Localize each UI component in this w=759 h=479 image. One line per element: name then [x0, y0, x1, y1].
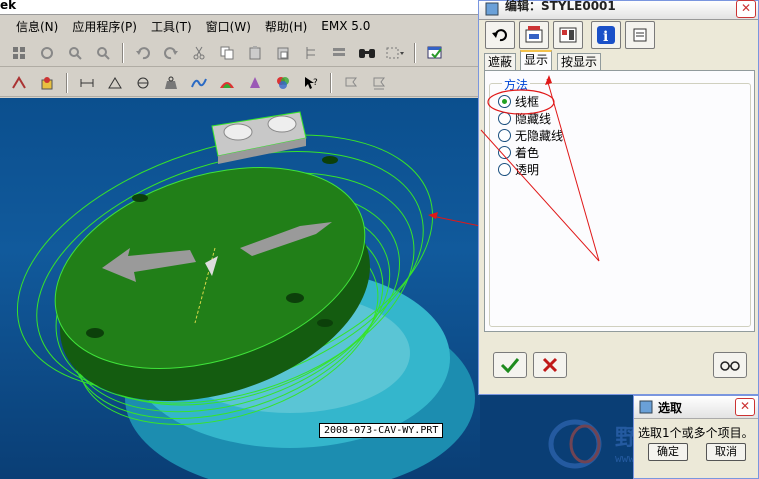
- annotation-overlay: [480, 75, 600, 262]
- binoculars-icon[interactable]: [356, 42, 378, 64]
- help-pointer-icon[interactable]: ?: [300, 72, 322, 94]
- checkmark-icon: [500, 358, 520, 373]
- regenerate-icon[interactable]: [36, 42, 58, 64]
- hole: [317, 319, 333, 327]
- layout-icon: [559, 27, 577, 43]
- model-view[interactable]: [0, 98, 480, 479]
- menu-window[interactable]: 窗口(W): [206, 18, 251, 35]
- dialog-title-bar: 编辑：STYLE0001 ✕: [479, 0, 758, 20]
- edit-style-dialog: 编辑：STYLE0001 ✕ i 遮蔽 显示 按显示 方法 线框 隐藏线 无隐藏…: [478, 0, 759, 395]
- svg-text:i: i: [603, 29, 608, 45]
- select-ok-button[interactable]: 确定: [648, 443, 688, 461]
- list-button[interactable]: [625, 21, 655, 49]
- info-icon: i: [597, 26, 615, 45]
- hole: [86, 328, 104, 338]
- toolbar-separator: [122, 42, 124, 63]
- measure-length-icon[interactable]: [76, 72, 98, 94]
- annotation-line: [480, 129, 600, 262]
- grid-icon[interactable]: [8, 42, 30, 64]
- window-title: ek: [0, 0, 17, 12]
- redo-icon[interactable]: [160, 42, 182, 64]
- mass-properties-icon[interactable]: [160, 72, 182, 94]
- measure-angle-icon[interactable]: [104, 72, 126, 94]
- toolbar-separator: [66, 72, 68, 93]
- menu-bar: 信息(N) 应用程序(P) 工具(T) 窗口(W) 帮助(H) EMX 5.0: [0, 15, 480, 37]
- select-title: 选取: [658, 401, 683, 415]
- menu-info[interactable]: 信息(N): [16, 18, 58, 35]
- list-icon: [633, 28, 647, 42]
- paste-special-icon[interactable]: [272, 42, 294, 64]
- x-icon: [542, 357, 558, 373]
- analysis-toolbar: ?: [0, 69, 480, 97]
- select-box-icon[interactable]: [384, 42, 406, 64]
- close-icon[interactable]: ✕: [735, 398, 755, 416]
- select-title-bar: 选取 ✕: [634, 396, 758, 419]
- annotation-line: [546, 78, 600, 262]
- main-toolbar: [0, 39, 480, 67]
- measure-diameter-icon[interactable]: [132, 72, 154, 94]
- graphics-viewport[interactable]: [0, 98, 480, 479]
- flag-list-icon[interactable]: [368, 72, 390, 94]
- dialog-title: 编辑：STYLE0001: [505, 0, 616, 13]
- reference-icon: [525, 26, 543, 43]
- cancel-button[interactable]: [533, 352, 567, 378]
- annotation-arrowhead: [545, 75, 552, 85]
- model-icon[interactable]: [36, 72, 58, 94]
- info-button[interactable]: i: [591, 21, 621, 49]
- select-dialog: 选取 ✕ 选取1个或多个项目。 确定 取消: [633, 395, 759, 479]
- search-icon[interactable]: [64, 42, 86, 64]
- svg-text:?: ?: [313, 78, 318, 88]
- layout-button[interactable]: [553, 21, 583, 49]
- select-app-icon: [639, 400, 653, 414]
- ok-button[interactable]: [493, 352, 527, 378]
- hole: [322, 156, 338, 164]
- draft-analysis-icon[interactable]: [244, 72, 266, 94]
- select-message: 选取1个或多个项目。: [638, 426, 754, 440]
- hole: [132, 194, 148, 202]
- toolbar-separator: [414, 42, 416, 63]
- flag-icon[interactable]: [340, 72, 362, 94]
- color-icon[interactable]: [272, 72, 294, 94]
- layer-icon[interactable]: [328, 42, 350, 64]
- model-filename-label: 2008-073-CAV-WY.PRT: [319, 423, 444, 438]
- copy-icon[interactable]: [216, 42, 238, 64]
- paste-icon[interactable]: [244, 42, 266, 64]
- select-cancel-button[interactable]: 取消: [706, 443, 746, 461]
- annotation-arrow: [431, 215, 480, 227]
- search-next-icon[interactable]: [92, 42, 114, 64]
- curve-analysis-icon[interactable]: [188, 72, 210, 94]
- cut-icon[interactable]: [188, 42, 210, 64]
- glasses-icon: [720, 361, 740, 371]
- dialog-app-icon: [485, 2, 499, 16]
- preview-button[interactable]: [713, 352, 747, 378]
- menu-tools[interactable]: 工具(T): [151, 18, 192, 35]
- menu-emx[interactable]: EMX 5.0: [321, 19, 370, 33]
- viewport-extension: [480, 395, 635, 479]
- undo-icon[interactable]: [132, 42, 154, 64]
- tree-icon[interactable]: [300, 42, 322, 64]
- annotation-circle: [487, 89, 555, 115]
- hole: [286, 293, 304, 303]
- view-icon[interactable]: [8, 72, 30, 94]
- toolbar-separator: [330, 72, 332, 93]
- close-icon[interactable]: ✕: [736, 0, 756, 18]
- undo-icon: [492, 29, 507, 42]
- clamp-block: [211, 111, 307, 164]
- menu-applications[interactable]: 应用程序(P): [72, 18, 137, 35]
- ref-button[interactable]: [519, 21, 549, 49]
- surface-analysis-icon[interactable]: [216, 72, 238, 94]
- undo-style-button[interactable]: [485, 21, 515, 49]
- menu-help[interactable]: 帮助(H): [265, 18, 307, 35]
- window-activate-icon[interactable]: [424, 42, 446, 64]
